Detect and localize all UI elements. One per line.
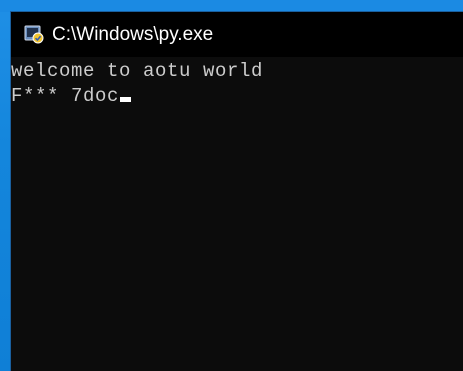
desktop-background [0, 0, 463, 12]
console-line: welcome to aotu world [11, 60, 264, 82]
title-bar[interactable]: C:\Windows\py.exe [11, 12, 463, 57]
console-output[interactable]: welcome to aotu world F*** 7doc [11, 57, 463, 371]
python-launcher-icon[interactable] [23, 23, 45, 45]
console-window[interactable]: C:\Windows\py.exe welcome to aotu world … [11, 12, 463, 371]
console-input-line[interactable]: F*** 7doc [11, 84, 132, 108]
console-line: F*** 7doc [11, 85, 120, 107]
desktop: { "window": { "title": "C:\\Windows\\py.… [0, 0, 463, 371]
window-title: C:\Windows\py.exe [52, 24, 214, 45]
text-cursor [120, 97, 132, 102]
